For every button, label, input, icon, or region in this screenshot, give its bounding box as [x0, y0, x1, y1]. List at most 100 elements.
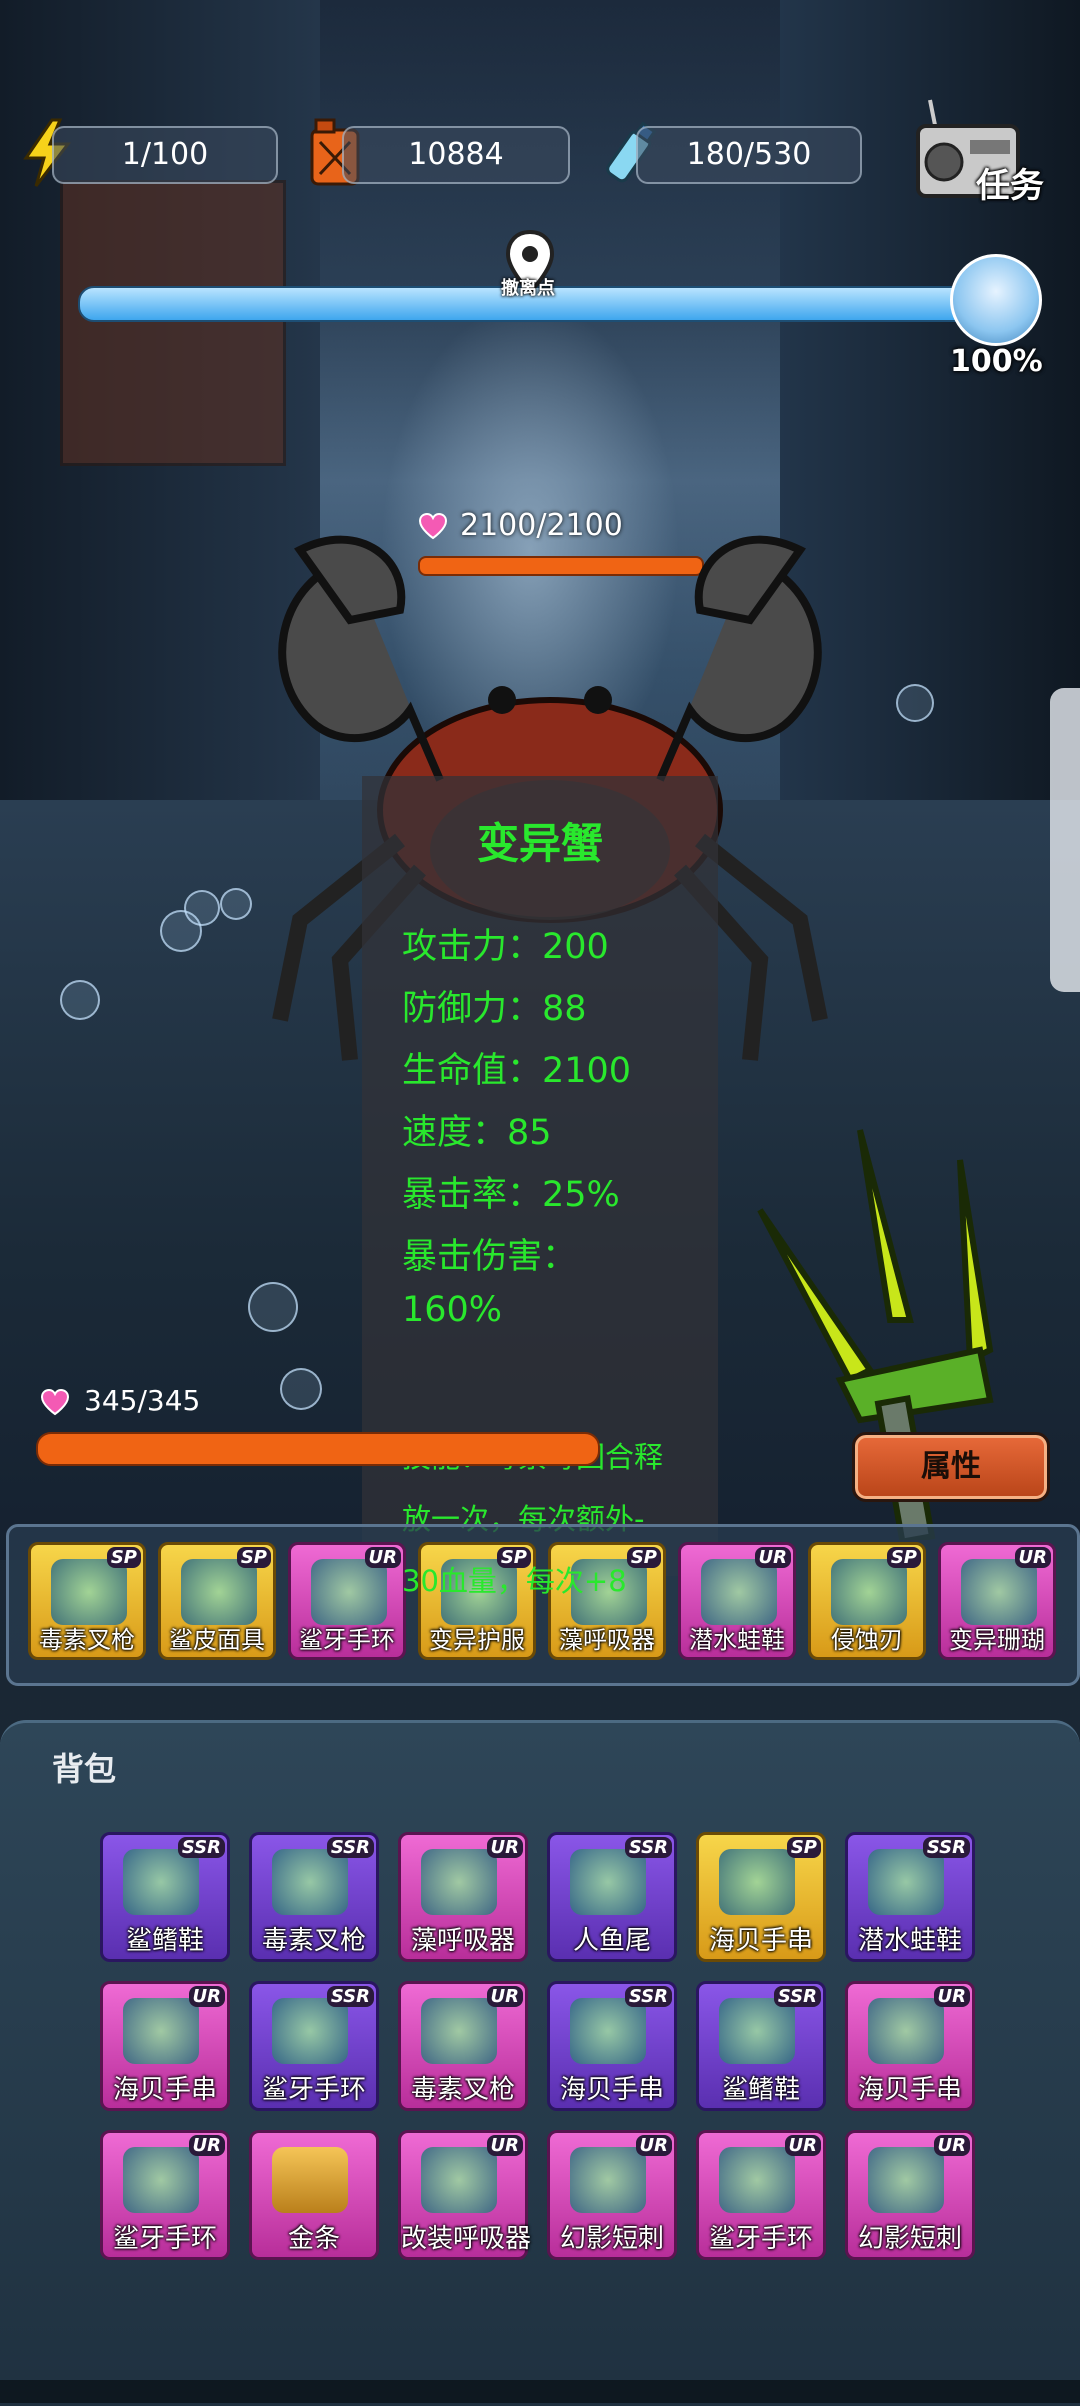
bag-slot[interactable]: UR 幻影短刺 [845, 2130, 975, 2260]
bottom-strip [0, 2380, 1080, 2403]
item-name: 鲨皮面具 [169, 1626, 265, 1654]
item-icon [868, 2147, 944, 2213]
item-icon [719, 2147, 795, 2213]
water-counter: 180/530 [636, 126, 862, 184]
equipped-slot[interactable]: UR 变异珊瑚 [938, 1542, 1056, 1660]
bag-slot[interactable]: SSR 海贝手串 [547, 1981, 677, 2111]
rarity-badge: SSR [624, 1986, 672, 2007]
fuel-counter: 10884 [342, 126, 570, 184]
stat-crit-rate: 暴击率：25% [402, 1175, 620, 1215]
bag-slot[interactable]: SP 海贝手串 [696, 1832, 826, 1962]
bag-slot[interactable]: UR 幻影短刺 [547, 2130, 677, 2260]
item-icon [421, 1998, 497, 2064]
item-icon [421, 1849, 497, 1915]
player-hp-bar [36, 1432, 600, 1466]
item-icon [123, 2147, 199, 2213]
bag-slot[interactable]: UR 改装呼吸器 [398, 2130, 531, 2260]
item-icon [272, 1998, 348, 2064]
bubble [60, 980, 100, 1020]
rarity-badge: SSR [177, 1837, 225, 1858]
item-name: 藻呼吸器 [559, 1626, 655, 1654]
rarity-badge: UR [1014, 1547, 1051, 1568]
bag-slot[interactable]: SSR 鲨鳍鞋 [696, 1981, 826, 2111]
item-name: 毒素叉枪 [410, 2075, 515, 2105]
item-name: 潜水蛙鞋 [689, 1626, 785, 1654]
attributes-button[interactable]: 属性 [852, 1432, 1050, 1502]
item-name: 潜水蛙鞋 [857, 1926, 962, 1956]
item-icon [570, 1849, 646, 1915]
item-name: 海贝手串 [857, 2075, 962, 2105]
rarity-badge: UR [486, 2135, 523, 2156]
item-name: 鲨牙手环 [261, 2075, 366, 2105]
bubble [280, 1368, 322, 1410]
task-button[interactable]: 任务 [914, 96, 1054, 206]
bag-slot[interactable]: 金条 [249, 2130, 379, 2260]
bag-slot[interactable]: UR 鲨牙手环 [100, 2130, 230, 2260]
equipped-slot[interactable]: SP 毒素叉枪 [28, 1542, 146, 1660]
bag-slot[interactable]: UR 毒素叉枪 [398, 1981, 528, 2111]
rarity-badge: SSR [922, 1837, 970, 1858]
rarity-badge: UR [933, 1986, 970, 2007]
item-icon [123, 1849, 199, 1915]
item-name: 变异珊瑚 [949, 1626, 1045, 1654]
item-icon [570, 2147, 646, 2213]
task-label: 任务 [976, 166, 1044, 206]
equipped-slot[interactable]: UR 鲨牙手环 [288, 1542, 406, 1660]
item-icon [570, 1998, 646, 2064]
stat-crit-damage-value: 160% [402, 1290, 503, 1330]
rarity-badge: UR [635, 2135, 672, 2156]
item-icon [421, 2147, 497, 2213]
bag-slot[interactable]: SSR 鲨鳍鞋 [100, 1832, 230, 1962]
item-name: 金条 [287, 2224, 340, 2254]
item-name: 毒素叉枪 [39, 1626, 135, 1654]
rarity-badge: UR [486, 1986, 523, 2007]
item-icon [51, 1559, 127, 1625]
equipped-slot[interactable]: SP 鲨皮面具 [158, 1542, 276, 1660]
item-icon [701, 1559, 777, 1625]
item-icon [868, 1998, 944, 2064]
rarity-badge: SP [886, 1547, 921, 1568]
rarity-badge: SSR [773, 1986, 821, 2007]
rarity-badge: SSR [326, 1837, 374, 1858]
player-avatar [950, 254, 1042, 346]
item-icon [719, 1849, 795, 1915]
item-name: 毒素叉枪 [261, 1926, 366, 1956]
bag-slot[interactable]: UR 海贝手串 [845, 1981, 975, 2111]
item-name: 鲨鳍鞋 [125, 1926, 204, 1956]
bag-slot[interactable]: SSR 鲨牙手环 [249, 1981, 379, 2111]
item-icon [868, 1849, 944, 1915]
bag-slot[interactable]: UR 鲨牙手环 [696, 2130, 826, 2260]
item-icon [123, 1998, 199, 2064]
shop-sign [60, 180, 286, 466]
bubble [248, 1282, 298, 1332]
rarity-badge: UR [486, 1837, 523, 1858]
rarity-badge: SSR [326, 1986, 374, 2007]
progress-percent: 100% [950, 344, 1043, 379]
rarity-badge: UR [364, 1547, 401, 1568]
item-icon [272, 2147, 348, 2213]
item-name: 幻影短刺 [559, 2224, 664, 2254]
item-name: 海贝手串 [112, 2075, 217, 2105]
bubble [896, 684, 934, 722]
player-hp-text: 345/345 [84, 1384, 201, 1417]
bag-slot[interactable]: SSR 潜水蛙鞋 [845, 1832, 975, 1962]
rarity-badge: UR [784, 2135, 821, 2156]
bag-slot[interactable]: UR 海贝手串 [100, 1981, 230, 2111]
item-icon [961, 1559, 1037, 1625]
equipped-slot[interactable]: SP 侵蚀刃 [808, 1542, 926, 1660]
item-name: 变异护服 [429, 1626, 525, 1654]
item-name: 幻影短刺 [857, 2224, 962, 2254]
stat-defense: 防御力：88 [402, 989, 587, 1029]
bag-slot[interactable]: SSR 毒素叉枪 [249, 1832, 379, 1962]
bag-slot[interactable]: UR 藻呼吸器 [398, 1832, 528, 1962]
item-name: 海贝手串 [559, 2075, 664, 2105]
item-name: 藻呼吸器 [410, 1926, 515, 1956]
backpack-title: 背包 [52, 1750, 117, 1788]
item-name: 鲨牙手环 [299, 1626, 395, 1654]
rarity-badge: UR [933, 2135, 970, 2156]
item-icon [272, 1849, 348, 1915]
side-drawer-handle[interactable] [1050, 688, 1080, 992]
item-name: 鲨牙手环 [708, 2224, 813, 2254]
item-name: 鲨牙手环 [112, 2224, 217, 2254]
bag-slot[interactable]: SSR 人鱼尾 [547, 1832, 677, 1962]
